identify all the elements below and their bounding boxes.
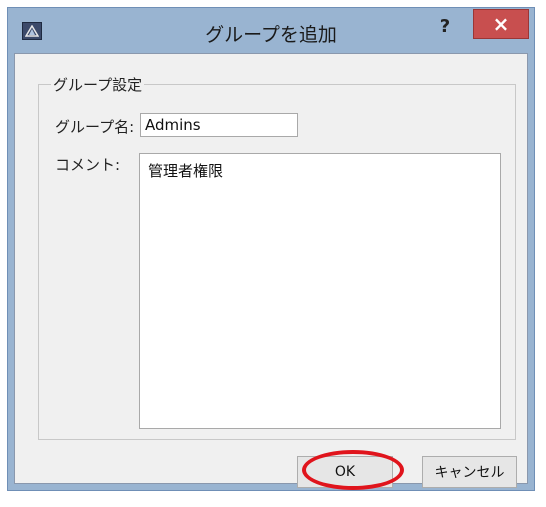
- title-bar[interactable]: グループを追加 ? ×: [8, 8, 534, 53]
- group-settings-legend: グループ設定: [51, 74, 145, 95]
- cancel-button[interactable]: キャンセル: [422, 456, 517, 488]
- dialog-body: グループ設定 グループ名: コメント: 管理者権限 OK キャンセル: [14, 53, 528, 490]
- group-name-label: グループ名:: [55, 118, 135, 136]
- ok-button-label: OK: [334, 464, 356, 480]
- comment-label: コメント:: [55, 156, 121, 174]
- comment-textarea[interactable]: 管理者権限: [139, 153, 501, 429]
- group-name-input[interactable]: [140, 113, 298, 137]
- close-button[interactable]: ×: [473, 9, 529, 39]
- close-icon: ×: [492, 12, 510, 36]
- cancel-button-label: キャンセル: [434, 465, 505, 481]
- help-button[interactable]: ?: [434, 16, 456, 38]
- dialog-window: グループを追加 ? × グループ設定 グループ名: コメント: 管理者権限 OK…: [7, 7, 535, 491]
- ok-button[interactable]: OK: [297, 456, 393, 488]
- help-icon: ?: [439, 16, 451, 37]
